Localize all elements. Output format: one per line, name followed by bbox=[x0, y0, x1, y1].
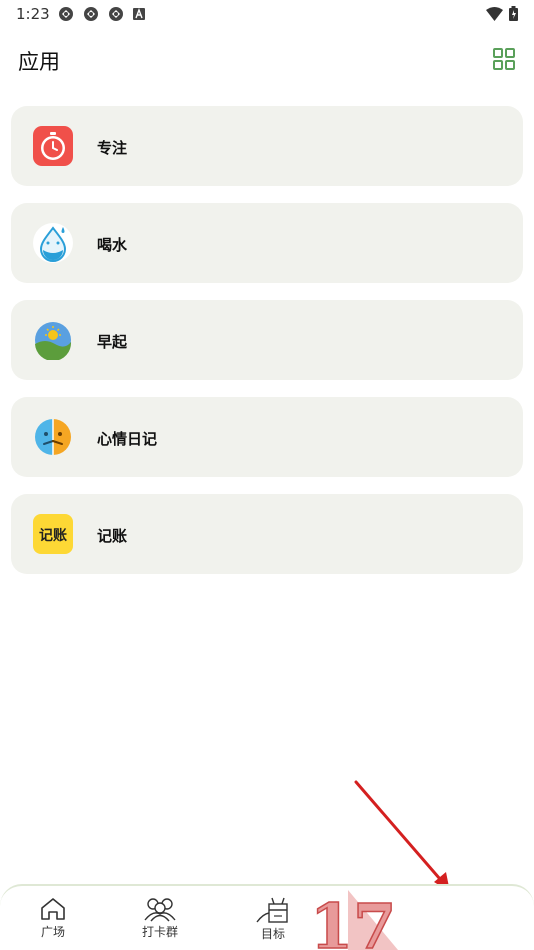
svg-text:17: 17 bbox=[310, 890, 396, 950]
grid-view-icon[interactable] bbox=[492, 47, 516, 71]
status-notification-icons bbox=[58, 6, 145, 22]
nav-label: 打卡群 bbox=[141, 925, 178, 939]
sunrise-icon bbox=[35, 322, 72, 360]
nav-item-checkin-group[interactable]: 打卡群 bbox=[120, 892, 200, 950]
app-item-drink-water[interactable]: 喝水 bbox=[11, 203, 523, 283]
bookkeeping-icon: 记账 bbox=[33, 514, 73, 554]
status-system-icons bbox=[486, 6, 518, 21]
nav-item-goal[interactable]: 目标 bbox=[233, 892, 313, 950]
nav-label: 广场 bbox=[40, 925, 65, 939]
battery-icon bbox=[509, 6, 518, 21]
app-label: 喝水 bbox=[97, 236, 128, 254]
app-label: 早起 bbox=[97, 333, 128, 351]
bottom-nav: 广场 打卡群 目标 bbox=[0, 884, 534, 950]
svg-text:记账: 记账 bbox=[39, 528, 67, 544]
home-icon bbox=[41, 898, 65, 920]
annotation-arrow bbox=[354, 780, 450, 892]
app-item-bookkeeping[interactable]: 记账 记账 bbox=[11, 494, 523, 574]
status-bar: 1:23 bbox=[0, 0, 534, 28]
app-label: 记账 bbox=[97, 527, 128, 545]
wifi-icon bbox=[486, 6, 503, 21]
nav-label: 目标 bbox=[260, 927, 285, 941]
app-label: 专注 bbox=[97, 139, 128, 157]
app-item-focus[interactable]: 专注 bbox=[11, 106, 523, 186]
a-badge-icon bbox=[133, 8, 145, 20]
sync-icon bbox=[59, 7, 73, 21]
app-item-early-rise[interactable]: 早起 bbox=[11, 300, 523, 380]
sync-icon bbox=[84, 7, 98, 21]
target-icon bbox=[256, 897, 288, 923]
sync-icon bbox=[109, 7, 123, 21]
nav-item-plaza[interactable]: 广场 bbox=[13, 892, 93, 950]
site-watermark-logo: 17 bbox=[309, 890, 398, 950]
page-title: 应用 bbox=[18, 50, 60, 74]
group-icon bbox=[144, 898, 176, 922]
status-time: 1:23 bbox=[16, 5, 50, 23]
mood-face-icon bbox=[35, 419, 71, 455]
app-label: 心情日记 bbox=[97, 430, 158, 448]
water-drop-icon bbox=[33, 223, 73, 263]
tomato-timer-icon bbox=[33, 126, 73, 166]
app-item-mood-diary[interactable]: 心情日记 bbox=[11, 397, 523, 477]
